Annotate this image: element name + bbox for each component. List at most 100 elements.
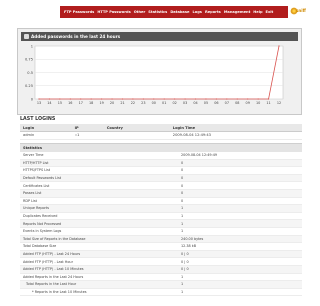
stat-label: Certificates List: [20, 181, 178, 190]
stat-label: Server Time: [20, 152, 178, 160]
x-tick-label: 10: [256, 101, 260, 105]
nav-item-database[interactable]: Database: [170, 10, 189, 14]
stat-label: Total Database Size: [20, 242, 178, 251]
column-header-country: Country: [103, 124, 170, 132]
stat-value: 1: [178, 219, 302, 228]
ip-cell: ::1: [71, 131, 104, 140]
table-row: HTTP/HTTP List 0: [20, 159, 302, 168]
data-point: [90, 98, 92, 100]
stat-value: 240.00 bytes: [178, 235, 302, 244]
table-row: Server Time 2009-08-04 12:49:49: [20, 152, 302, 160]
column-header-ip: IP: [71, 124, 104, 132]
nav-item-statistics[interactable]: Statistics: [148, 10, 167, 14]
nav-item-reports[interactable]: Reports: [205, 10, 221, 14]
data-point: [247, 98, 249, 100]
stat-label: Default Passwords List: [20, 174, 178, 183]
stat-value: 2009-08-04 12:49:49: [178, 152, 302, 160]
x-tick-label: 00: [152, 101, 156, 105]
login-time-cell: 2009-08-04 12:49:43: [169, 131, 302, 140]
table-row: admin ::1 2009-08-04 12:49:43: [20, 131, 302, 140]
x-tick-label: 03: [183, 101, 187, 105]
login-cell: admin: [20, 131, 72, 140]
stat-value: 1: [178, 280, 302, 289]
data-point: [59, 98, 61, 100]
stat-value: 1: [178, 204, 302, 213]
stat-value: 0 | 0: [178, 250, 302, 259]
x-tick-label: 14: [47, 101, 51, 105]
top-bar: FTP Passwords HTTP Passwords Other Stati…: [0, 0, 319, 26]
x-tick-label: 07: [225, 101, 229, 105]
stat-label: Added FTP (HTTP) - Last 24 Hours: [20, 250, 178, 259]
y-tick-label: 0.5: [27, 71, 33, 75]
data-point: [121, 98, 124, 100]
stat-label: Added Reports in the Last 24 Hours: [20, 273, 178, 282]
stat-label: Total Reports in the Last Hour: [20, 280, 178, 289]
data-point: [257, 98, 259, 100]
main-nav: FTP Passwords HTTP Passwords Other Stati…: [60, 6, 288, 18]
nav-item-http-passwords[interactable]: HTTP Passwords: [97, 10, 130, 14]
stat-label: Added FTP (HTTP) - Last Hour: [20, 257, 178, 266]
stat-label: Added FTP (HTTP) - Last 10 Minutes: [20, 265, 178, 274]
stat-value: 0 | 0: [178, 265, 302, 274]
statistics-header: Statistics: [20, 143, 302, 152]
chart-icon: [24, 34, 29, 39]
data-point: [194, 98, 197, 100]
chart-header: Added passwords in the last 24 hours: [21, 32, 298, 41]
table-row: Duplicates Received 1: [20, 212, 302, 221]
x-tick-label: 16: [68, 101, 72, 105]
data-point: [226, 98, 228, 100]
column-header-login: Login: [20, 124, 72, 132]
table-header-row: Login IP Country Login Time: [20, 124, 302, 132]
table-row: HTTPS/FTPS List 0: [20, 166, 302, 175]
y-tick-label: 0: [31, 97, 34, 101]
stat-label: Reports Not Processed: [20, 219, 178, 228]
stat-value: 0: [178, 159, 302, 168]
stat-value: 1: [178, 227, 302, 236]
x-tick-label: 23: [141, 101, 145, 105]
table-row: RDP List 0: [20, 197, 302, 206]
data-point: [38, 98, 40, 100]
data-point: [267, 98, 270, 100]
table-row: Added FTP (HTTP) - Last Hour 0 | 0: [20, 257, 302, 266]
nav-item-help[interactable]: Help: [253, 10, 262, 14]
table-row: Total Reports in the Last Hour 1: [20, 280, 302, 289]
data-point: [215, 98, 217, 100]
stat-value: 12.38 kB: [178, 242, 302, 251]
nav-item-ftp-passwords[interactable]: FTP Passwords: [64, 10, 94, 14]
data-point: [80, 98, 82, 100]
x-tick-label: 20: [110, 101, 114, 105]
data-point: [142, 98, 144, 100]
data-point: [163, 98, 165, 100]
stat-value: 1: [178, 212, 302, 221]
y-tick-label: 0.75: [25, 58, 33, 62]
data-point: [205, 98, 207, 100]
country-cell: [103, 131, 170, 140]
nav-item-logs[interactable]: Logs: [192, 10, 201, 14]
data-point: [69, 98, 71, 100]
stat-value: 1: [178, 273, 302, 282]
nav-item-other[interactable]: Other: [134, 10, 146, 14]
data-point: [278, 45, 280, 47]
stat-label: HTTP/HTTP List: [20, 159, 178, 168]
y-tick-label: 0.25: [25, 84, 33, 88]
nav-item-exit[interactable]: Exit: [266, 10, 274, 14]
x-tick-label: 18: [89, 101, 93, 105]
stat-label: * Reports in the Last 10 Minutes: [20, 288, 178, 297]
y-tick-label: 1: [31, 44, 33, 48]
chart: 1 0.75 0.5 0.25 013 14 15 16 17 18 19 20 21 22 23 00 01 0…: [25, 44, 284, 105]
table-row: * Reports in the Last 10 Minutes 1: [20, 288, 302, 297]
x-tick-label: 21: [120, 101, 124, 105]
stat-value: 0 | 0: [178, 257, 302, 266]
stat-value: 0: [178, 181, 302, 190]
x-tick-label: 11: [266, 101, 270, 105]
chart-title: Added passwords in the last 24 hours: [31, 33, 121, 39]
x-tick-label: 13: [37, 101, 41, 105]
x-tick-label: 22: [131, 101, 135, 105]
table-row: Total Database Size 12.38 kB: [20, 242, 302, 251]
nav-item-management[interactable]: Management: [224, 10, 250, 14]
logo-text: sniff: [296, 8, 306, 13]
logo: sniff: [290, 5, 312, 18]
table-row: Added FTP (HTTP) - Last 24 Hours 0 | 0: [20, 250, 302, 259]
data-point: [174, 98, 176, 100]
x-tick-label: 12: [277, 101, 281, 105]
